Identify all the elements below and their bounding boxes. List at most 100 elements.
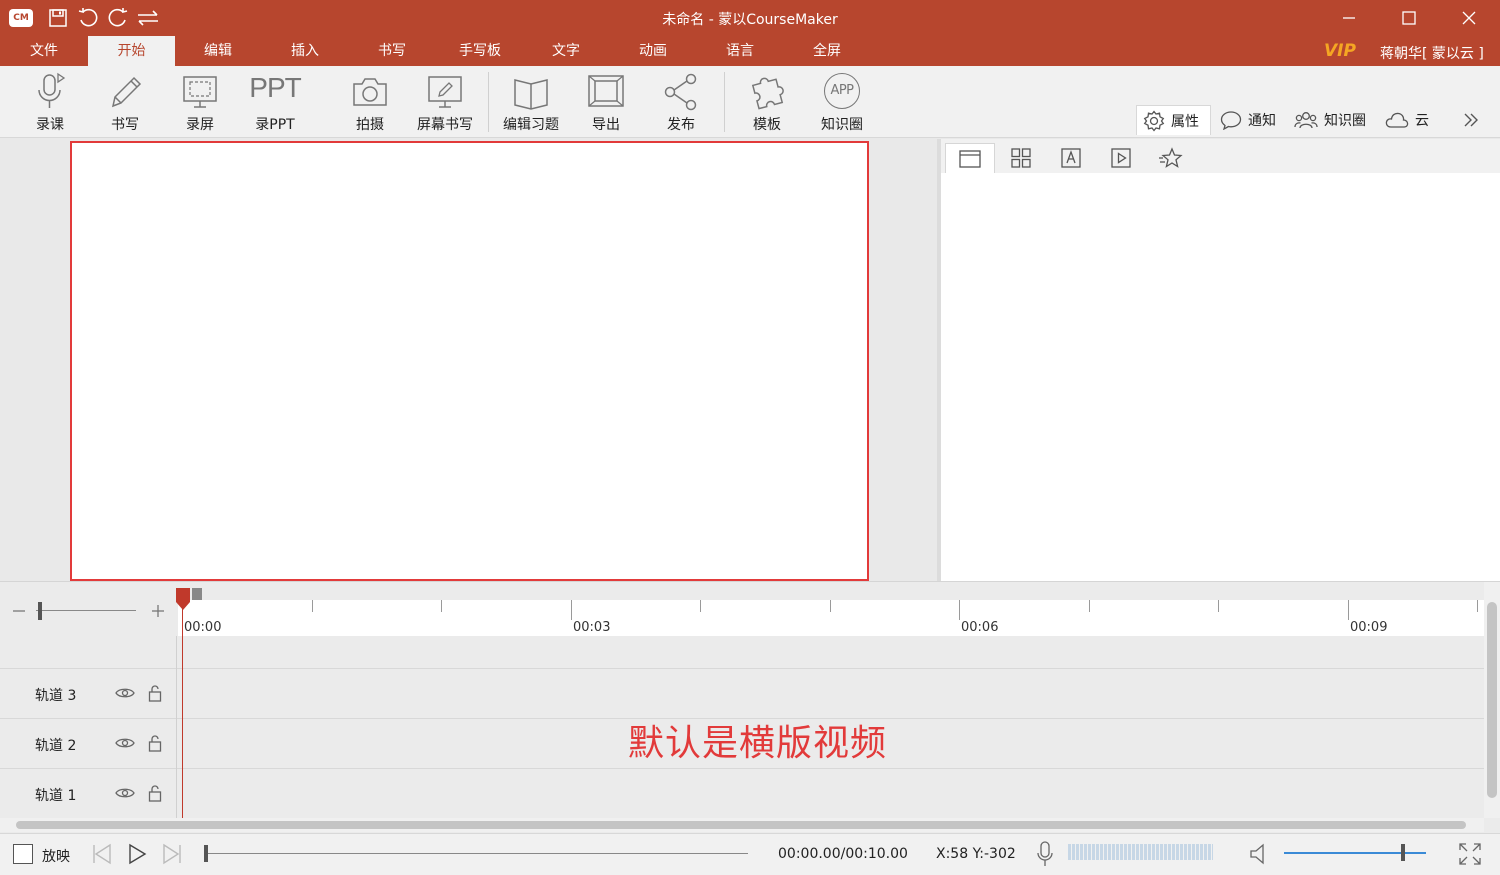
share-icon <box>664 73 697 111</box>
puzzle-icon <box>751 77 784 110</box>
playhead-icon[interactable] <box>175 588 191 610</box>
time-label: 00:06 <box>961 620 999 635</box>
ppt-icon: PPT <box>249 72 301 103</box>
previous-icon[interactable] <box>90 842 114 866</box>
gear-icon <box>1143 109 1165 132</box>
minimize-icon[interactable] <box>1329 4 1369 32</box>
time-ruler[interactable]: 00:00 00:03 00:06 00:09 <box>178 600 1484 636</box>
microphone-icon <box>38 72 66 108</box>
menu-fullscreen[interactable]: 全屏 <box>797 36 857 66</box>
track-header-divider <box>176 636 177 818</box>
properties-panel <box>941 139 1500 581</box>
unlock-icon[interactable] <box>146 733 164 753</box>
microphone-icon[interactable] <box>1034 840 1056 868</box>
text-icon[interactable] <box>1046 143 1096 173</box>
ruler-end-marker <box>192 588 202 600</box>
time-display: 00:00.00/00:10.00 <box>778 846 908 862</box>
pencil-icon <box>111 76 142 108</box>
timeline-zoom <box>0 582 176 637</box>
screen-write-button[interactable]: 屏幕书写 <box>410 66 480 138</box>
ribbon-separator <box>488 72 489 132</box>
timeline-vertical-scroll-thumb[interactable] <box>1487 602 1497 798</box>
zoom-in-icon[interactable] <box>149 602 167 620</box>
export-button[interactable]: 导出 <box>576 66 636 138</box>
menu-file[interactable]: 文件 <box>14 36 74 66</box>
status-bar: 放映 00:00.00/00:10.00 X:58 Y:-302 <box>0 833 1500 875</box>
ribbon-toolbar: 录课 书写 录屏 PPT 录PPT 拍摄 屏幕书写 编辑习题 导出 发布 模板 <box>0 66 1500 195</box>
canvas-area <box>0 139 937 581</box>
capture-button[interactable]: 拍摄 <box>340 66 400 138</box>
write-button[interactable]: 书写 <box>95 66 155 138</box>
progress-handle[interactable] <box>204 845 208 862</box>
menu-write[interactable]: 书写 <box>362 36 422 66</box>
tab-properties[interactable]: 属性 <box>1136 105 1211 135</box>
zoom-slider-handle[interactable] <box>38 602 42 620</box>
app-icon: APP <box>824 73 860 109</box>
fullscreen-icon[interactable] <box>1456 840 1484 868</box>
chat-bubble-icon <box>1220 111 1242 130</box>
menu-edit[interactable]: 编辑 <box>188 36 248 66</box>
track-3[interactable]: 轨道 3 <box>0 668 1484 718</box>
tab-knowledge-circle[interactable]: 知识圈 <box>1288 105 1378 135</box>
record-screen-button[interactable]: 录屏 <box>170 66 230 138</box>
volume-slider-handle[interactable] <box>1401 844 1405 861</box>
timeline: 00:00 00:03 00:06 00:09 轨道 3 轨道 2 轨道 1 默… <box>0 581 1500 833</box>
grid-icon[interactable] <box>996 143 1046 173</box>
time-label: 00:09 <box>1350 620 1388 635</box>
close-icon[interactable] <box>1449 4 1489 32</box>
progress-track[interactable] <box>204 853 748 854</box>
zoom-out-icon[interactable] <box>10 602 28 620</box>
eye-icon[interactable] <box>114 684 136 702</box>
book-icon <box>514 79 548 110</box>
page-icon[interactable] <box>945 143 995 173</box>
menu-home[interactable]: 开始 <box>88 36 175 66</box>
time-label: 00:03 <box>573 620 611 635</box>
menu-animation[interactable]: 动画 <box>623 36 683 66</box>
screen-pen-icon <box>428 76 462 108</box>
panel-tab-bar <box>941 139 1500 173</box>
template-button[interactable]: 模板 <box>737 66 797 138</box>
media-icon[interactable] <box>1096 143 1146 173</box>
eye-icon[interactable] <box>114 784 136 802</box>
maximize-icon[interactable] <box>1389 4 1429 32</box>
coordinates-display: X:58 Y:-302 <box>936 846 1016 862</box>
publish-button[interactable]: 发布 <box>651 66 711 138</box>
user-name[interactable]: 蒋朝华[ 蒙以云 ] <box>1380 43 1484 63</box>
title-bar: CM 未命名 - 蒙以CourseMaker <box>0 0 1500 36</box>
expand-chevron-icon[interactable] <box>1458 108 1484 132</box>
play-icon[interactable] <box>125 842 149 866</box>
speaker-icon[interactable] <box>1248 841 1272 867</box>
window-title: 未命名 - 蒙以CourseMaker <box>662 12 838 28</box>
menu-insert[interactable]: 插入 <box>275 36 335 66</box>
track-1[interactable]: 轨道 1 <box>0 768 1484 818</box>
menu-bar: 文件 开始 编辑 插入 书写 手写板 文字 动画 语言 全屏 VIP 蒋朝华[ … <box>0 36 1500 66</box>
tab-notifications[interactable]: 通知 <box>1214 105 1289 135</box>
annotation-text: 默认是横版视频 <box>628 723 888 764</box>
tab-cloud[interactable]: 云 <box>1379 105 1439 135</box>
camera-icon <box>353 78 387 106</box>
menu-text[interactable]: 文字 <box>536 36 596 66</box>
next-icon[interactable] <box>160 842 184 866</box>
unlock-icon[interactable] <box>146 783 164 803</box>
menu-language[interactable]: 语言 <box>710 36 770 66</box>
timeline-horizontal-scroll-thumb[interactable] <box>16 821 1466 829</box>
export-frame-icon <box>588 75 624 107</box>
play-checkbox[interactable] <box>13 844 33 864</box>
time-label: 00:00 <box>184 620 222 635</box>
play-label: 放映 <box>42 849 70 865</box>
record-ppt-button[interactable]: PPT 录PPT <box>245 66 305 138</box>
record-lesson-button[interactable]: 录课 <box>20 66 80 138</box>
unlock-icon[interactable] <box>146 683 164 703</box>
menu-tablet[interactable]: 手写板 <box>446 36 514 66</box>
group-icon <box>1294 112 1318 129</box>
star-icon[interactable] <box>1146 143 1196 173</box>
knowledge-circle-button[interactable]: APP 知识圈 <box>812 66 872 138</box>
screen-record-icon <box>183 76 217 108</box>
slide-canvas[interactable] <box>70 141 869 581</box>
zoom-slider-track[interactable] <box>36 610 136 611</box>
ribbon-separator <box>724 72 725 132</box>
edit-exercise-button[interactable]: 编辑习题 <box>496 66 566 138</box>
playhead-line <box>182 608 183 818</box>
eye-icon[interactable] <box>114 734 136 752</box>
vip-badge[interactable]: VIP <box>1324 41 1356 61</box>
